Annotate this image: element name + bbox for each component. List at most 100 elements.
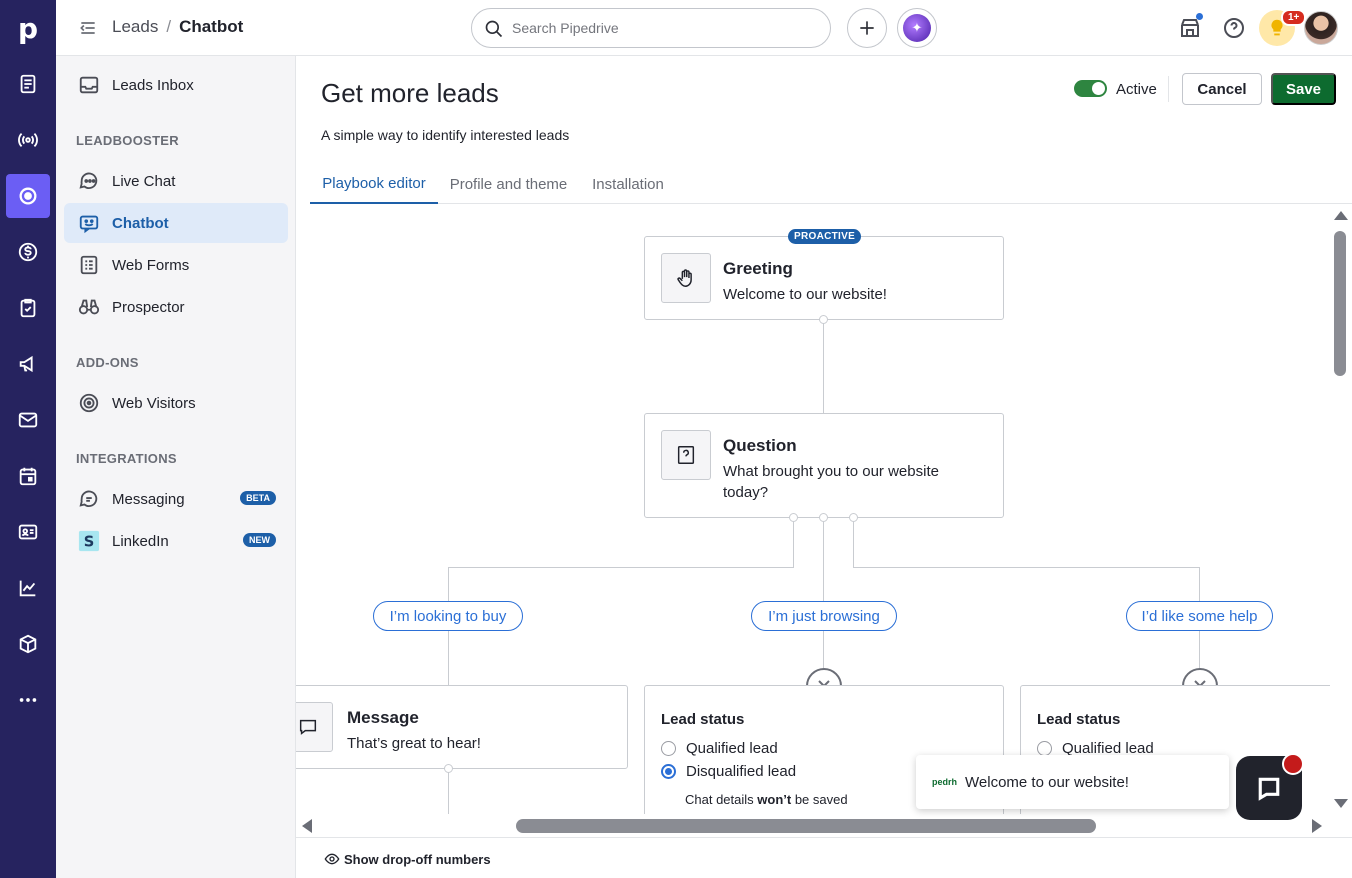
eye-icon — [324, 853, 340, 865]
user-avatar[interactable] — [1304, 11, 1338, 45]
sidebar-item-label: Chatbot — [112, 214, 169, 232]
scroll-down-arrow[interactable] — [1334, 799, 1348, 808]
sidebar-item-leads-inbox[interactable]: Leads Inbox — [64, 65, 288, 105]
search-input[interactable] — [512, 20, 812, 36]
waving-hand-icon — [661, 253, 711, 303]
sidebar-item-live-chat[interactable]: Live Chat — [64, 161, 288, 201]
radio-label: Disqualified lead — [686, 763, 797, 780]
greeting-node[interactable]: Greeting Welcome to our website! — [644, 236, 1004, 320]
deals-dollar-icon[interactable] — [0, 230, 56, 274]
campaigns-megaphone-icon[interactable] — [0, 342, 56, 386]
connector — [853, 567, 1200, 568]
lead-status-label: Lead status — [661, 711, 745, 728]
note-bold: won’t — [757, 792, 792, 807]
sidebar-item-web-forms[interactable]: Web Forms — [64, 245, 288, 285]
node-port[interactable] — [849, 513, 858, 522]
question-text-line2: today? — [723, 484, 769, 501]
ai-assistant-button[interactable]: ✦ — [897, 8, 937, 48]
search-box[interactable] — [471, 8, 831, 48]
sidebar-item-label: LinkedIn — [112, 532, 169, 550]
radio-qualified-lead[interactable]: Qualified lead — [661, 740, 778, 757]
chat-preview-popup[interactable]: pedrh Welcome to our website! — [916, 755, 1229, 809]
sidebar-item-web-visitors[interactable]: Web Visitors — [64, 383, 288, 423]
scroll-right-arrow[interactable] — [1312, 819, 1322, 833]
connector — [1199, 567, 1200, 601]
playbook-canvas[interactable]: Greeting Welcome to our website! PROACTI… — [296, 204, 1330, 814]
answer-pill-buy[interactable]: I’m looking to buy — [373, 601, 523, 631]
connector — [823, 522, 824, 601]
proactive-badge: PROACTIVE — [788, 229, 862, 244]
node-port[interactable] — [819, 513, 828, 522]
activity-signal-icon[interactable] — [0, 118, 56, 162]
show-dropoff-button[interactable]: Show drop-off numbers — [324, 851, 491, 867]
radio-circle[interactable] — [1037, 741, 1052, 756]
inbox-icon — [79, 76, 99, 94]
products-box-icon[interactable] — [0, 622, 56, 666]
connector — [823, 630, 824, 668]
add-button[interactable] — [847, 8, 887, 48]
live-chat-icon — [79, 172, 98, 190]
tasks-clipboard-icon[interactable] — [0, 286, 56, 330]
message-title: Message — [347, 708, 419, 727]
web-forms-icon — [80, 255, 98, 275]
help-icon[interactable] — [1222, 16, 1246, 40]
breadcrumb-leads[interactable]: Leads — [112, 17, 158, 37]
pipedrive-logo[interactable]: p — [0, 6, 56, 50]
save-button[interactable]: Save — [1271, 73, 1336, 105]
header-divider — [1168, 76, 1169, 102]
leadbooster-target-icon[interactable] — [6, 174, 50, 218]
calendar-icon[interactable] — [0, 454, 56, 498]
sidebar-item-label: Live Chat — [112, 172, 176, 190]
radio-disqualified-lead[interactable]: Disqualified lead — [661, 763, 796, 780]
mail-icon[interactable] — [0, 398, 56, 442]
message-node[interactable]: Message That’s great to hear! — [296, 685, 628, 769]
question-text-line1: What brought you to our website — [723, 463, 939, 480]
search-icon — [485, 20, 503, 38]
horizontal-scroll-thumb[interactable] — [516, 819, 1096, 833]
cancel-button[interactable]: Cancel — [1182, 73, 1262, 105]
vertical-scroll-thumb[interactable] — [1334, 231, 1346, 376]
sidebar-item-messaging[interactable]: Messaging BETA — [64, 479, 288, 519]
beta-badge: BETA — [240, 491, 276, 505]
top-bar: Leads / Chatbot ✦ 1+ — [56, 0, 1352, 56]
show-dropoff-label: Show drop-off numbers — [344, 851, 491, 867]
radio-circle-checked[interactable] — [661, 764, 676, 779]
radio-circle[interactable] — [661, 741, 676, 756]
more-dots-icon[interactable] — [0, 678, 56, 722]
page-subtitle[interactable]: A simple way to identify interested lead… — [321, 127, 569, 143]
leads-icon[interactable] — [0, 62, 56, 106]
sidebar-item-linkedin[interactable]: S LinkedIn NEW — [64, 521, 288, 561]
answer-pill-help[interactable]: I’d like some help — [1126, 601, 1273, 631]
messaging-icon — [79, 490, 98, 508]
question-node[interactable]: Question What brought you to our website… — [644, 413, 1004, 518]
answer-pill-browsing[interactable]: I’m just browsing — [751, 601, 897, 631]
question-box-icon — [661, 430, 711, 480]
sidebar-item-label: Leads Inbox — [112, 76, 194, 94]
page-title[interactable]: Get more leads — [321, 78, 499, 109]
sparkle-icon: ✦ — [903, 14, 931, 42]
greeting-text: Welcome to our website! — [723, 286, 887, 303]
contacts-card-icon[interactable] — [0, 510, 56, 554]
tab-installation[interactable]: Installation — [588, 164, 668, 204]
collapse-menu-icon[interactable] — [78, 18, 98, 38]
node-port[interactable] — [444, 764, 453, 773]
scroll-up-arrow[interactable] — [1334, 211, 1348, 220]
tab-profile-and-theme[interactable]: Profile and theme — [446, 164, 571, 204]
leads-sidebar: Leads Inbox LEADBOOSTER Live Chat Chatbo… — [56, 56, 296, 878]
insights-chart-icon[interactable] — [0, 566, 56, 610]
scroll-left-arrow[interactable] — [302, 819, 312, 833]
binoculars-icon — [78, 299, 100, 315]
breadcrumb-current: Chatbot — [179, 17, 244, 36]
note-prefix: Chat details — [685, 792, 758, 807]
connector — [1199, 630, 1200, 668]
node-port[interactable] — [789, 513, 798, 522]
active-toggle[interactable] — [1074, 80, 1107, 97]
new-badge: NEW — [243, 533, 276, 547]
web-visitors-icon — [79, 393, 99, 413]
sidebar-item-chatbot[interactable]: Chatbot — [64, 203, 288, 243]
canvas-footer: Show drop-off numbers — [296, 837, 1352, 878]
node-port[interactable] — [819, 315, 828, 324]
pipedrive-logo-letter: p — [17, 11, 39, 45]
tab-playbook-editor[interactable]: Playbook editor — [310, 164, 438, 204]
sidebar-item-prospector[interactable]: Prospector — [64, 287, 288, 327]
